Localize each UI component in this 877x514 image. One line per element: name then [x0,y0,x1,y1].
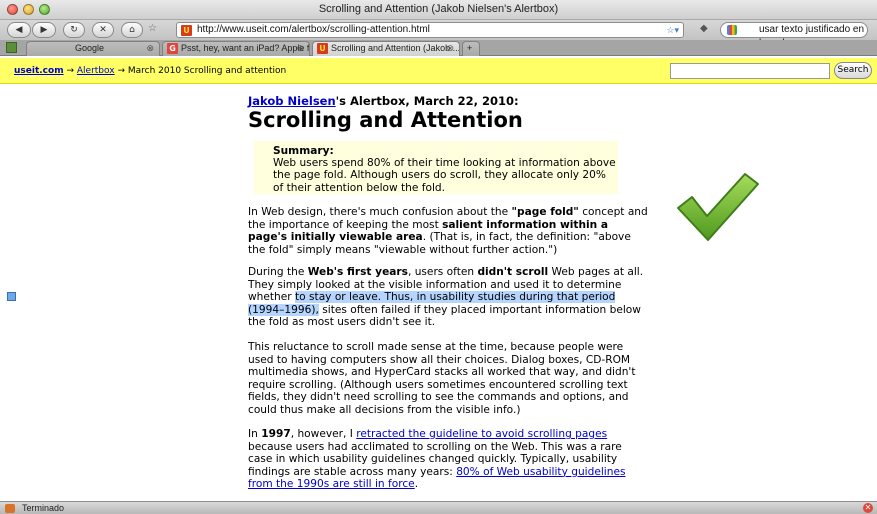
byline-date: 's Alertbox, March 22, 2010: [335,94,519,108]
status-icon [5,504,15,513]
retracted-guideline-link[interactable]: retracted the guideline to avoid scrolli… [356,428,607,440]
author-link[interactable]: Jakob Nielsen [248,94,336,108]
useit-home-link[interactable]: useit.com [14,66,64,76]
text: In [248,428,262,440]
window-title: Scrolling and Attention (Jakob Nielsen's… [318,3,559,15]
paragraph-3: This reluctance to scroll made sense at … [248,341,648,417]
tab-ipad[interactable]: G Psst, hey, want an iPad? Apple f... ⊗ [162,41,310,56]
byline: Jakob Nielsen's Alertbox, March 22, 2010… [248,94,519,108]
status-bar: Terminado ✕ [0,501,877,514]
site-search-button[interactable]: Search [834,62,872,79]
home-button[interactable]: ⌂ [121,22,143,38]
summary-box: Summary: Web users spend 80% of their ti… [254,141,618,194]
breadcrumb-current: March 2010 Scrolling and attention [127,66,287,76]
new-tab-button[interactable]: + [462,41,480,56]
breadcrumb-separator: → [66,66,74,76]
status-text: Terminado [22,503,65,513]
text: , however, I [290,428,357,440]
paragraph-4: In 1997, however, I retracted the guidel… [248,428,648,491]
forward-arrow-icon: ▶ [40,25,48,35]
addon-status-icon[interactable]: ✕ [863,503,873,513]
text: In Web design, there's much confusion ab… [248,206,512,218]
tab-label: Psst, hey, want an iPad? Apple f... [181,43,310,53]
browser-toolbar: ◀ ▶ ↻ ✕ ⌂ ☆ U http://www.useit.com/alert… [0,20,877,49]
text: This reluctance to scroll made sense at … [248,341,636,416]
text: . [414,478,419,491]
tab-close-icon[interactable]: ⊗ [446,42,454,55]
back-button[interactable]: ◀ [7,22,31,38]
tab-favicon: G [167,43,178,54]
tab-close-icon[interactable]: ⊗ [146,42,154,55]
window-titlebar: Scrolling and Attention (Jakob Nielsen's… [0,0,877,20]
tab-label: Google [75,43,105,53]
tab-favicon: U [317,43,328,54]
breadcrumb: useit.com → Alertbox → March 2010 Scroll… [14,66,286,76]
site-favicon: U [181,25,192,36]
text: , users often [407,266,478,278]
page-title: Scrolling and Attention [248,108,523,132]
address-url: http://www.useit.com/alertbox/scrolling-… [197,24,430,35]
bold-text: 1997 [261,428,291,440]
stop-icon: ✕ [99,25,107,35]
home-icon: ⌂ [129,25,135,35]
alertbox-link[interactable]: Alertbox [77,66,115,76]
rss-icon[interactable]: ☆▾ [666,23,679,37]
text: During the [248,266,308,278]
plus-icon: + [467,43,473,53]
tab-google[interactable]: Google ⊗ [26,41,160,56]
side-widget-icon[interactable] [7,292,16,301]
paragraph-2: During the Web's first years, users ofte… [248,266,648,329]
stop-button[interactable]: ✕ [92,22,114,38]
breadcrumb-separator: → [117,66,125,76]
bold-text: "page fold" [511,206,579,218]
search-engine-icon[interactable]: ◆ [700,23,708,34]
site-search-input[interactable] [670,63,830,79]
reload-button[interactable]: ↻ [63,22,85,38]
bold-text: didn't scroll [477,266,549,278]
tab-scrolling-attention[interactable]: U Scrolling and Attention (Jakob ... ⊗ [312,41,460,56]
checkmark-icon [677,173,759,241]
back-arrow-icon: ◀ [15,25,23,35]
address-bar[interactable]: U http://www.useit.com/alertbox/scrollin… [176,22,684,38]
tab-overview-icon[interactable] [6,42,17,53]
reload-icon: ↻ [70,25,78,35]
bookmark-icon[interactable]: ☆ [148,23,157,34]
summary-label: Summary: [273,145,334,157]
paragraph-1: In Web design, there's much confusion ab… [248,206,648,256]
forward-button[interactable]: ▶ [32,22,56,38]
summary-text: Web users spend 80% of their time lookin… [273,157,616,194]
bold-text: Web's first years [307,266,408,278]
browser-search-input[interactable]: usar texto justificado en la web [720,22,868,49]
tab-label: Scrolling and Attention (Jakob ... [331,43,460,53]
tab-bar: Google ⊗ G Psst, hey, want an iPad? Appl… [0,40,877,56]
tab-close-icon[interactable]: ⊗ [296,42,304,55]
google-icon [727,25,737,35]
page-navbar: useit.com → Alertbox → March 2010 Scroll… [0,58,877,84]
